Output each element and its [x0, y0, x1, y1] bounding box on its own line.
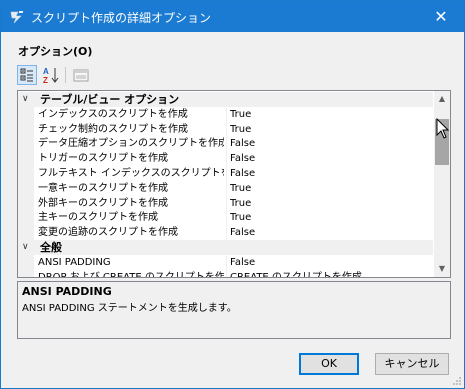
- row-gutter: [18, 269, 34, 277]
- property-name: インデックスのスクリプトを作成: [38, 108, 188, 120]
- property-row[interactable]: 主キーのスクリプトを作成 True: [18, 210, 433, 226]
- property-name: データ圧縮オプションのスクリプトを作成: [38, 138, 224, 150]
- property-value[interactable]: True: [230, 196, 251, 211]
- cancel-button[interactable]: キャンセル: [375, 353, 449, 375]
- alphabetical-button[interactable]: A Z: [41, 65, 61, 85]
- description-text: ANSI PADDING ステートメントを生成します。: [22, 303, 237, 314]
- property-value[interactable]: True: [230, 181, 251, 196]
- property-name: ANSI PADDING: [38, 256, 111, 268]
- property-value[interactable]: False: [230, 166, 255, 181]
- window-title: スクリプト作成の詳細オプション: [31, 11, 212, 25]
- property-value[interactable]: True: [230, 122, 251, 137]
- column-divider[interactable]: [226, 180, 227, 196]
- property-row[interactable]: トリガーのスクリプトを作成 False: [18, 151, 433, 167]
- column-divider[interactable]: [226, 210, 227, 226]
- row-gutter: [18, 151, 34, 167]
- column-divider[interactable]: [226, 269, 227, 277]
- categorized-button[interactable]: [17, 65, 37, 85]
- property-row[interactable]: 外部キーのスクリプトを作成 True: [18, 195, 433, 211]
- row-gutter: [18, 180, 34, 196]
- column-divider[interactable]: [226, 225, 227, 241]
- categorized-view-icon: [20, 68, 33, 82]
- dialog-window: スクリプト作成の詳細オプション ✕ オプション(O) A Z ∨ テーブル/ビュ…: [0, 0, 465, 389]
- property-name: チェック制約のスクリプトを作成: [38, 123, 188, 135]
- property-value[interactable]: False: [230, 151, 255, 166]
- row-gutter: [18, 136, 34, 152]
- mouse-cursor-icon: [436, 118, 450, 139]
- category-name: 全般: [40, 241, 62, 254]
- property-row[interactable]: 一意キーのスクリプトを作成 True: [18, 180, 433, 196]
- property-row[interactable]: チェック制約のスクリプトを作成 True: [18, 121, 433, 137]
- scroll-up-icon[interactable]: ▲: [434, 91, 450, 107]
- property-row[interactable]: ANSI PADDING False: [18, 254, 433, 270]
- scroll-down-icon[interactable]: ▼: [434, 261, 450, 277]
- row-gutter: [18, 166, 34, 181]
- row-gutter: [18, 121, 34, 137]
- column-divider[interactable]: [226, 136, 227, 152]
- svg-text:Z: Z: [43, 76, 48, 85]
- description-title: ANSI PADDING: [22, 285, 112, 298]
- property-value[interactable]: True: [230, 210, 251, 225]
- property-name: 主キーのスクリプトを作成: [38, 212, 158, 224]
- row-gutter: [18, 106, 34, 122]
- column-divider[interactable]: [226, 195, 227, 211]
- property-pages-icon: [73, 69, 89, 82]
- category-row[interactable]: ∨ テーブル/ビュー オプション: [18, 92, 433, 107]
- row-gutter: [18, 225, 34, 241]
- property-name: トリガーのスクリプトを作成: [38, 153, 168, 165]
- property-row[interactable]: 変更の追跡のスクリプトを作成 False: [18, 225, 433, 241]
- options-label: オプション(O): [18, 45, 93, 58]
- toolbar-separator: [65, 67, 66, 83]
- column-divider[interactable]: [226, 121, 227, 137]
- category-row[interactable]: ∨ 全般: [18, 240, 433, 255]
- row-gutter: [18, 195, 34, 211]
- resize-grip-icon[interactable]: [452, 376, 462, 386]
- property-name: 変更の追跡のスクリプトを作成: [38, 227, 178, 239]
- property-name: 一意キーのスクリプトを作成: [38, 182, 168, 194]
- property-value[interactable]: False: [230, 136, 255, 151]
- property-name: フルテキスト インデックスのスクリプトを作成: [38, 168, 224, 179]
- property-name: DROP および CREATE のスクリプトを作成: [38, 271, 224, 278]
- row-gutter: [18, 210, 34, 226]
- property-value[interactable]: True: [230, 107, 251, 122]
- property-value[interactable]: False: [230, 225, 255, 240]
- app-icon: [10, 11, 23, 24]
- property-row[interactable]: DROP および CREATE のスクリプトを作成 CREATE のスクリプトを作…: [18, 269, 433, 278]
- column-divider[interactable]: [226, 254, 227, 270]
- description-panel: ANSI PADDING ANSI PADDING ステートメントを生成します。: [17, 281, 451, 339]
- column-divider[interactable]: [226, 151, 227, 167]
- sort-alphabetical-icon: A Z: [43, 67, 59, 85]
- property-row[interactable]: フルテキスト インデックスのスクリプトを作成 False: [18, 166, 433, 181]
- ok-button[interactable]: OK: [299, 353, 359, 375]
- property-value[interactable]: False: [230, 255, 255, 270]
- collapse-chevron-icon[interactable]: ∨: [22, 240, 29, 255]
- row-gutter: [18, 254, 34, 270]
- category-name: テーブル/ビュー オプション: [40, 93, 180, 106]
- property-name: 外部キーのスクリプトを作成: [38, 197, 168, 209]
- property-pages-button[interactable]: [71, 65, 91, 85]
- column-divider[interactable]: [226, 106, 227, 122]
- property-row[interactable]: データ圧縮オプションのスクリプトを作成 False: [18, 136, 433, 152]
- column-divider[interactable]: [226, 166, 227, 181]
- close-button[interactable]: ✕: [418, 1, 464, 32]
- property-value[interactable]: CREATE のスクリプトを作成: [230, 270, 362, 277]
- svg-text:A: A: [43, 67, 49, 76]
- property-row[interactable]: インデックスのスクリプトを作成 True: [18, 106, 433, 122]
- title-bar[interactable]: スクリプト作成の詳細オプション ✕: [1, 1, 464, 32]
- property-grid[interactable]: ∨ テーブル/ビュー オプション インデックスのスクリプトを作成 True チェック制約…: [17, 90, 451, 278]
- collapse-chevron-icon[interactable]: ∨: [22, 92, 29, 107]
